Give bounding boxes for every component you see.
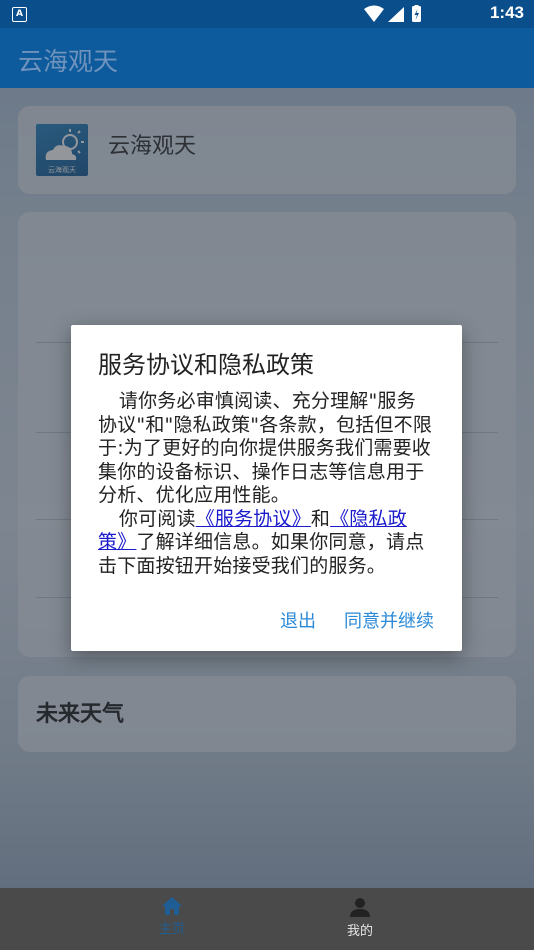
service-agreement-link[interactable]: 《服务协议》 (196, 508, 311, 530)
dialog-paragraph-2: 你可阅读《服务协议》和《隐私政策》了解详细信息。如果你同意，请点击下面按钮开始接… (98, 508, 434, 579)
dialog-body: 请你务必审慎阅读、充分理解"服务协议"和"隐私政策"各条款，包括但不限于:为了更… (98, 390, 434, 578)
battery-icon (412, 5, 421, 22)
wifi-icon (364, 5, 384, 22)
exit-button[interactable]: 退出 (280, 607, 316, 633)
nav-label-home: 主页 (158, 922, 185, 937)
app-bar-title: 云海观天 (18, 47, 119, 76)
clock: 1:43 (489, 3, 524, 22)
nav-item-me[interactable]: 我的 (320, 896, 400, 939)
home-icon (162, 897, 182, 915)
person-icon (350, 898, 370, 917)
bottom-navigation: 主页 我的 (0, 888, 534, 950)
read-suffix: 了解详细信息。如果你同意，请点击下面按钮开始接受我们的服务。 (98, 531, 425, 577)
notification-app-icon: A (12, 7, 27, 22)
nav-label-me: 我的 (346, 924, 373, 939)
dialog-title: 服务协议和隐私政策 (98, 351, 314, 379)
dialog-paragraph-1: 请你务必审慎阅读、充分理解"服务协议"和"隐私政策"各条款，包括但不限于:为了更… (98, 390, 433, 506)
and-text: 和 (310, 507, 331, 530)
system-status-icons (364, 5, 421, 22)
agree-continue-button[interactable]: 同意并继续 (344, 607, 434, 633)
app-bar: 云海观天 (0, 28, 534, 88)
signal-icon (388, 7, 404, 22)
nav-item-home[interactable]: 主页 (132, 896, 212, 937)
privacy-agreement-dialog: 服务协议和隐私政策 请你务必审慎阅读、充分理解"服务协议"和"隐私政策"各条款，… (71, 325, 462, 651)
status-bar: A 1:43 (0, 0, 534, 28)
read-prefix: 你可阅读 (118, 507, 196, 530)
